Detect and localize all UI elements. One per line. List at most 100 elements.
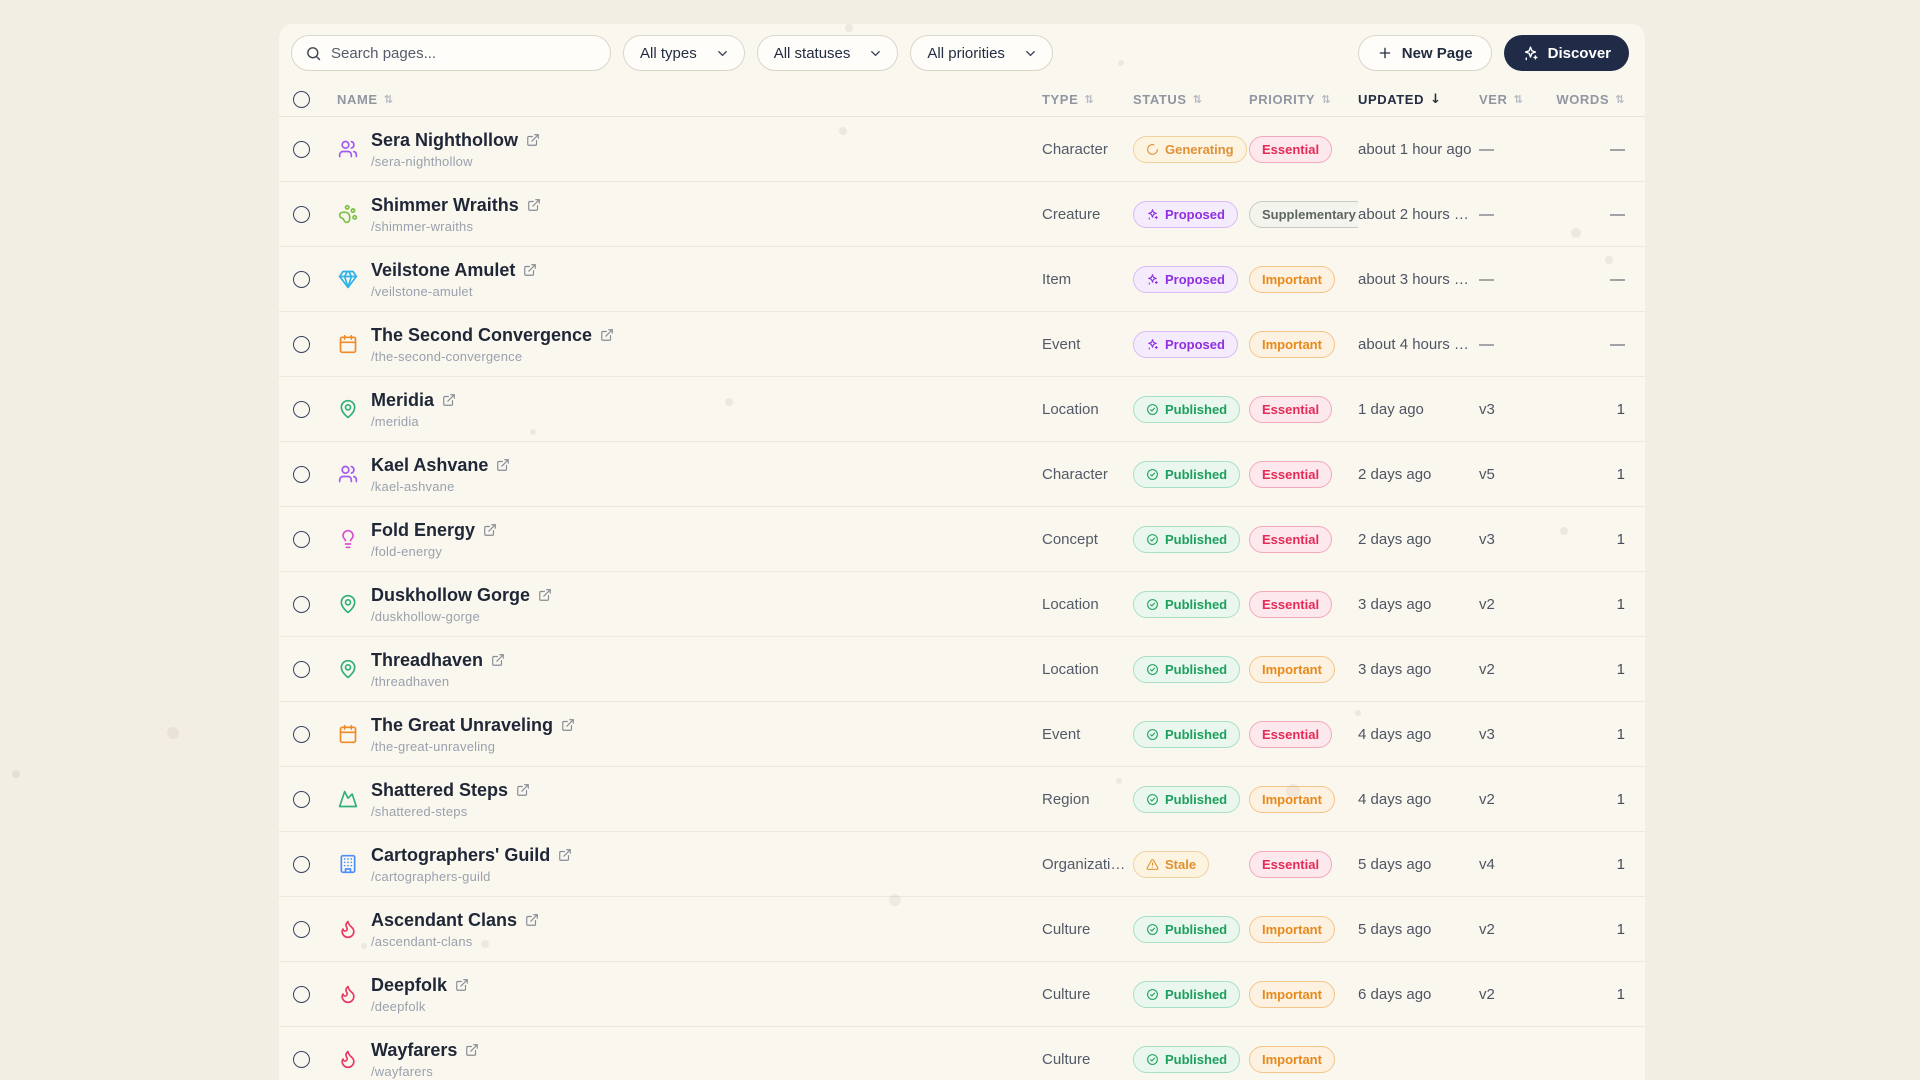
check-circle-icon [1146, 1053, 1159, 1066]
row-checkbox[interactable] [293, 141, 310, 158]
external-link-icon[interactable] [526, 133, 540, 147]
column-header-name[interactable]: NAME⇅ [337, 92, 1042, 107]
updated-cell: 5 days ago [1358, 921, 1479, 938]
version-cell: v2 [1479, 596, 1561, 613]
external-link-icon[interactable] [600, 328, 614, 342]
page-name[interactable]: Wayfarers [371, 1040, 457, 1061]
words-cell: — [1561, 206, 1625, 223]
external-link-icon[interactable] [525, 913, 539, 927]
external-link-icon[interactable] [491, 653, 505, 667]
updated-cell: 3 days ago [1358, 596, 1479, 613]
page-name[interactable]: Sera Nighthollow [371, 130, 518, 151]
priority-badge: Essential [1249, 461, 1332, 488]
status-label: Published [1165, 727, 1227, 742]
table-row[interactable]: Deepfolk/deepfolkCulturePublishedImporta… [279, 962, 1645, 1027]
row-checkbox[interactable] [293, 921, 310, 938]
priority-badge: Important [1249, 981, 1335, 1008]
external-link-icon[interactable] [442, 393, 456, 407]
row-checkbox[interactable] [293, 1051, 310, 1068]
search-input[interactable] [331, 45, 597, 62]
table-row[interactable]: Duskhollow Gorge/duskhollow-gorgeLocatio… [279, 572, 1645, 637]
words-cell: 1 [1561, 596, 1625, 613]
column-header-status[interactable]: STATUS⇅ [1133, 92, 1249, 107]
page-name[interactable]: The Great Unraveling [371, 715, 553, 736]
background-speckle [1116, 778, 1122, 784]
external-link-icon[interactable] [483, 523, 497, 537]
search-box[interactable] [291, 35, 611, 71]
page-name[interactable]: Shimmer Wraiths [371, 195, 519, 216]
external-link-icon[interactable] [561, 718, 575, 732]
external-link-icon[interactable] [538, 588, 552, 602]
sort-icon: ⇅ [1084, 93, 1094, 106]
page-name[interactable]: Kael Ashvane [371, 455, 488, 476]
page-name[interactable]: Deepfolk [371, 975, 447, 996]
filter-dropdown-all-priorities[interactable]: All priorities [910, 35, 1053, 71]
page-name[interactable]: Meridia [371, 390, 434, 411]
external-link-icon[interactable] [516, 783, 530, 797]
background-speckle [1560, 527, 1568, 535]
status-label: Published [1165, 792, 1227, 807]
row-checkbox[interactable] [293, 856, 310, 873]
select-all-checkbox[interactable] [293, 91, 310, 108]
row-checkbox[interactable] [293, 531, 310, 548]
external-link-icon[interactable] [465, 1043, 479, 1057]
table-row[interactable]: Wayfarers/wayfarersCulturePublishedImpor… [279, 1027, 1645, 1080]
page-name[interactable]: The Second Convergence [371, 325, 592, 346]
column-header-type[interactable]: TYPE⇅ [1042, 92, 1133, 107]
row-checkbox[interactable] [293, 661, 310, 678]
row-checkbox[interactable] [293, 466, 310, 483]
status-badge: Published [1133, 721, 1240, 748]
discover-button[interactable]: Discover [1504, 35, 1629, 71]
filter-dropdown-all-statuses[interactable]: All statuses [757, 35, 899, 71]
page-name[interactable]: Veilstone Amulet [371, 260, 515, 281]
column-label: UPDATED [1358, 92, 1424, 107]
column-header-words[interactable]: WORDS⇅ [1561, 92, 1625, 107]
column-header-updated[interactable]: UPDATED↓ [1358, 92, 1479, 107]
search-icon [305, 45, 322, 62]
table-row[interactable]: Ascendant Clans/ascendant-clansCulturePu… [279, 897, 1645, 962]
page-name[interactable]: Shattered Steps [371, 780, 508, 801]
row-checkbox[interactable] [293, 791, 310, 808]
table-row[interactable]: The Great Unraveling/the-great-unravelin… [279, 702, 1645, 767]
page-name[interactable]: Threadhaven [371, 650, 483, 671]
table-row[interactable]: Sera Nighthollow/sera-nighthollowCharact… [279, 117, 1645, 182]
row-checkbox[interactable] [293, 726, 310, 743]
table-row[interactable]: Meridia/meridiaLocationPublishedEssentia… [279, 377, 1645, 442]
external-link-icon[interactable] [496, 458, 510, 472]
page-name[interactable]: Duskhollow Gorge [371, 585, 530, 606]
external-link-icon[interactable] [455, 978, 469, 992]
external-link-icon[interactable] [527, 198, 541, 212]
row-checkbox[interactable] [293, 336, 310, 353]
table-row[interactable]: Shimmer Wraiths/shimmer-wraithsCreatureP… [279, 182, 1645, 247]
table-row[interactable]: Fold Energy/fold-energyConceptPublishedE… [279, 507, 1645, 572]
row-checkbox[interactable] [293, 401, 310, 418]
page-name[interactable]: Fold Energy [371, 520, 475, 541]
table-row[interactable]: Shattered Steps/shattered-stepsRegionPub… [279, 767, 1645, 832]
filter-dropdown-all-types[interactable]: All types [623, 35, 745, 71]
priority-badge: Supplementary [1249, 201, 1358, 228]
table-row[interactable]: Kael Ashvane/kael-ashvaneCharacterPublis… [279, 442, 1645, 507]
page-name[interactable]: Cartographers' Guild [371, 845, 550, 866]
priority-label: Essential [1262, 532, 1319, 547]
column-header-ver[interactable]: VER⇅ [1479, 92, 1561, 107]
column-header-priority[interactable]: PRIORITY⇅ [1249, 92, 1358, 107]
updated-cell: 2 days ago [1358, 531, 1479, 548]
words-cell: 1 [1561, 856, 1625, 873]
background-speckle [1355, 710, 1361, 716]
status-badge: Published [1133, 656, 1240, 683]
row-checkbox[interactable] [293, 271, 310, 288]
paw-icon [337, 203, 359, 225]
external-link-icon[interactable] [523, 263, 537, 277]
row-checkbox[interactable] [293, 986, 310, 1003]
row-checkbox[interactable] [293, 596, 310, 613]
table-row[interactable]: Threadhaven/threadhavenLocationPublished… [279, 637, 1645, 702]
table-row[interactable]: The Second Convergence/the-second-conver… [279, 312, 1645, 377]
table-row[interactable]: Veilstone Amulet/veilstone-amuletItemPro… [279, 247, 1645, 312]
check-circle-icon [1146, 923, 1159, 936]
new-page-button[interactable]: New Page [1358, 35, 1492, 71]
status-badge: Published [1133, 786, 1240, 813]
page-name[interactable]: Ascendant Clans [371, 910, 517, 931]
external-link-icon[interactable] [558, 848, 572, 862]
row-checkbox[interactable] [293, 206, 310, 223]
table-row[interactable]: Cartographers' Guild/cartographers-guild… [279, 832, 1645, 897]
